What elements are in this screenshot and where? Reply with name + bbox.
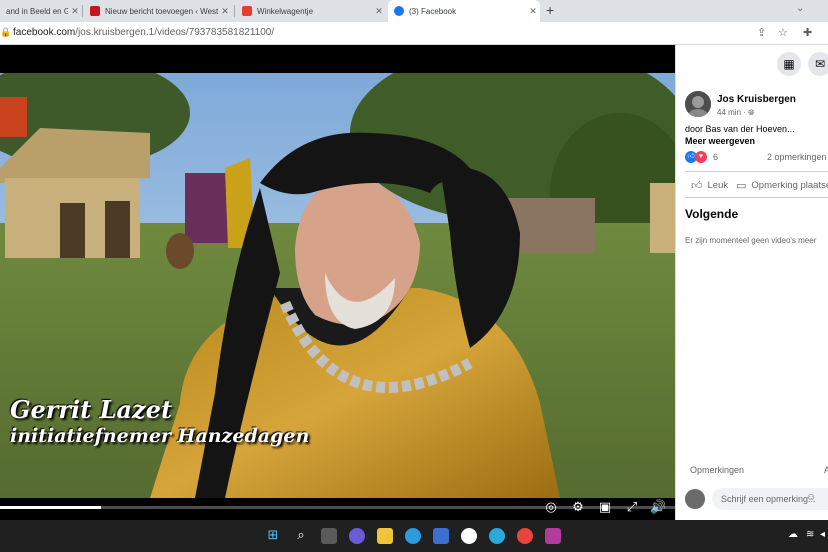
- close-icon[interactable]: ✕: [526, 6, 540, 17]
- facebook-icon: [394, 6, 404, 16]
- tab-beeld-en-geluid[interactable]: and in Beeld en Ge ✕: [0, 0, 82, 22]
- address-bar: 🔒 facebook.com/jos.kruisbergen.1/videos/…: [0, 22, 828, 45]
- comment-label: Opmerking plaatsen: [751, 180, 828, 191]
- messenger-icon[interactable]: ✉: [808, 52, 828, 76]
- reaction-count: 6: [713, 152, 719, 162]
- wordpress-site-icon: [90, 6, 100, 16]
- love-reaction-icon: ♥: [695, 151, 707, 163]
- picture-in-picture-icon[interactable]: ▣: [597, 499, 613, 515]
- tab-title: Nieuw bericht toevoegen ‹ West: [105, 6, 218, 16]
- url-path: /jos.kruisbergen.1/videos/79378358182110…: [75, 27, 275, 38]
- wifi-icon[interactable]: ≋: [806, 529, 814, 540]
- settings-icon[interactable]: ⚙: [570, 499, 586, 515]
- close-icon[interactable]: ✕: [372, 6, 386, 17]
- fullscreen-icon[interactable]: ⤢: [624, 499, 640, 515]
- comment-button[interactable]: ▭ Opmerking plaatsen: [736, 179, 828, 192]
- comments-count[interactable]: 2 opmerkingen: [767, 152, 827, 162]
- close-icon[interactable]: ✕: [68, 6, 82, 17]
- file-explorer-icon[interactable]: [377, 528, 393, 544]
- tab-title: (3) Facebook: [409, 6, 457, 16]
- teams-chat-icon[interactable]: [349, 528, 365, 544]
- star-icon[interactable]: ☆: [778, 26, 788, 39]
- comments-sort[interactable]: A: [824, 465, 828, 475]
- tab-separator: [234, 5, 235, 17]
- shop-icon: [242, 6, 252, 16]
- emoji-icon[interactable]: ☺: [806, 492, 816, 503]
- up-next-title: Volgende: [685, 207, 739, 221]
- author-name[interactable]: Jos Kruisbergen: [717, 94, 796, 105]
- reactions-summary[interactable]: 👍︎ ♥ 6: [685, 151, 718, 163]
- tab-nieuw-bericht[interactable]: Nieuw bericht toevoegen ‹ West ✕: [84, 0, 232, 22]
- app-icon[interactable]: [461, 528, 477, 544]
- windows-taskbar: ⊞ ⌕ ☁ ≋ ◂: [0, 520, 828, 552]
- post-time-text: 44 min ·: [717, 108, 746, 117]
- tab-title: and in Beeld en Ge: [6, 6, 68, 16]
- comment-icon: ▭: [736, 180, 747, 192]
- search-icon[interactable]: ⌕: [293, 527, 309, 543]
- up-next-empty-message: Er zijn momenteel geen video's meer: [685, 236, 817, 245]
- volume-tray-icon[interactable]: ◂: [820, 529, 825, 540]
- captions-icon[interactable]: ◎: [543, 499, 559, 515]
- like-label: Leuk: [707, 180, 729, 191]
- divider: [685, 171, 828, 172]
- chrome-icon[interactable]: [517, 528, 533, 544]
- extensions-icon[interactable]: ✚: [803, 26, 812, 39]
- video-player[interactable]: Gerrit Lazet initiatiefnemer Hanzedagen …: [0, 45, 675, 520]
- video-side-panel: ▦ ✉ Jos Kruisbergen 44 min · 🌐︎ door Bas…: [675, 45, 828, 520]
- store-icon[interactable]: [433, 528, 449, 544]
- post-description: door Bas van der Hoeven...: [685, 124, 795, 134]
- caption-name: Gerrit Lazet: [10, 395, 173, 424]
- caption-role: initiatiefnemer Hanzedagen: [10, 425, 310, 447]
- thumbs-up-icon: 👍︎: [691, 180, 703, 192]
- new-tab-icon[interactable]: +: [546, 2, 554, 18]
- progress-fill: [0, 506, 102, 509]
- task-view-icon[interactable]: [321, 528, 337, 544]
- divider: [685, 197, 828, 198]
- windows-start-icon[interactable]: ⊞: [265, 527, 281, 543]
- avatar: [685, 489, 705, 509]
- share-icon[interactable]: ⇪: [757, 26, 766, 39]
- avatar-image: [685, 91, 711, 117]
- see-more-link[interactable]: Meer weergeven: [685, 136, 755, 146]
- url-field[interactable]: facebook.com/jos.kruisbergen.1/videos/79…: [13, 27, 274, 38]
- like-button[interactable]: 👍︎ Leuk: [691, 179, 728, 192]
- close-icon[interactable]: ✕: [218, 6, 232, 17]
- tab-facebook[interactable]: (3) Facebook ✕: [388, 0, 540, 22]
- broadcaster-logo: [0, 97, 27, 137]
- lock-icon[interactable]: 🔒: [0, 27, 11, 38]
- url-domain: facebook.com: [13, 27, 76, 38]
- tab-strip: and in Beeld en Ge ✕ Nieuw bericht toevo…: [0, 0, 828, 22]
- globe-icon: 🌐︎: [748, 108, 755, 117]
- volume-icon[interactable]: 🔊: [650, 499, 666, 515]
- avatar[interactable]: [685, 91, 711, 117]
- tab-title: Winkelwagentje: [257, 6, 314, 16]
- edge-icon[interactable]: [405, 528, 421, 544]
- tab-winkelwagentje[interactable]: Winkelwagentje ✕: [236, 0, 386, 22]
- comments-header: Opmerkingen: [690, 465, 745, 475]
- cloud-icon[interactable]: ☁: [788, 529, 798, 540]
- app-icon-3[interactable]: [545, 528, 561, 544]
- app-icon-2[interactable]: [489, 528, 505, 544]
- chevron-down-icon[interactable]: ⌄: [796, 3, 804, 14]
- post-time: 44 min · 🌐︎: [717, 108, 755, 118]
- menu-grid-icon[interactable]: ▦: [777, 52, 801, 76]
- tab-separator: [82, 5, 83, 17]
